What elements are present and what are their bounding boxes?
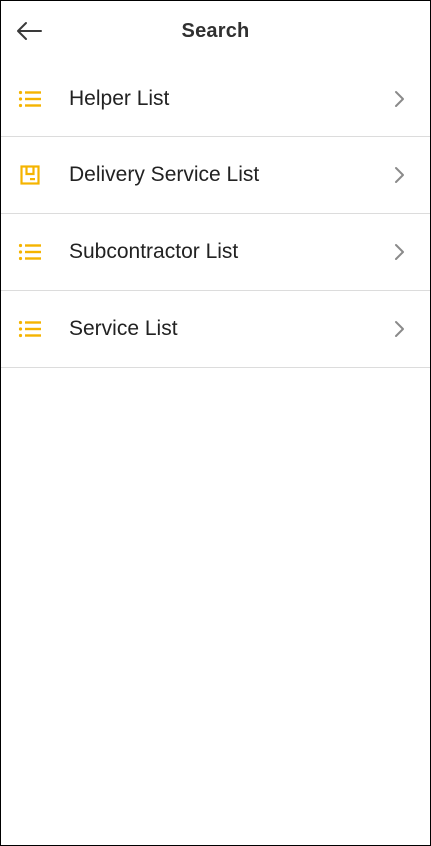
search-screen: Search Helper List Delivery Service List… <box>0 0 431 846</box>
list-item-label: Service List <box>69 317 178 340</box>
list-item-service-list[interactable]: Service List <box>1 291 430 368</box>
chevron-right-icon <box>390 242 410 262</box>
list-item-label: Delivery Service List <box>69 163 260 186</box>
list-icon <box>17 86 43 112</box>
search-menu-list: Helper List Delivery Service List Subcon… <box>1 61 430 368</box>
list-item-label: Helper List <box>69 86 170 110</box>
app-header: Search <box>1 1 430 61</box>
list-item-helper-list[interactable]: Helper List <box>1 61 430 137</box>
page-title: Search <box>181 19 250 42</box>
arrow-left-icon <box>17 22 42 40</box>
chevron-right-icon <box>390 89 410 109</box>
list-item-delivery-service-list[interactable]: Delivery Service List <box>1 137 430 214</box>
list-icon <box>17 239 43 265</box>
chevron-right-icon <box>390 319 410 339</box>
delivery-box-icon <box>17 162 43 188</box>
chevron-right-icon <box>390 165 410 185</box>
list-icon <box>17 316 43 342</box>
back-button[interactable] <box>13 15 45 47</box>
list-item-subcontractor-list[interactable]: Subcontractor List <box>1 214 430 291</box>
list-item-label: Subcontractor List <box>69 240 239 263</box>
